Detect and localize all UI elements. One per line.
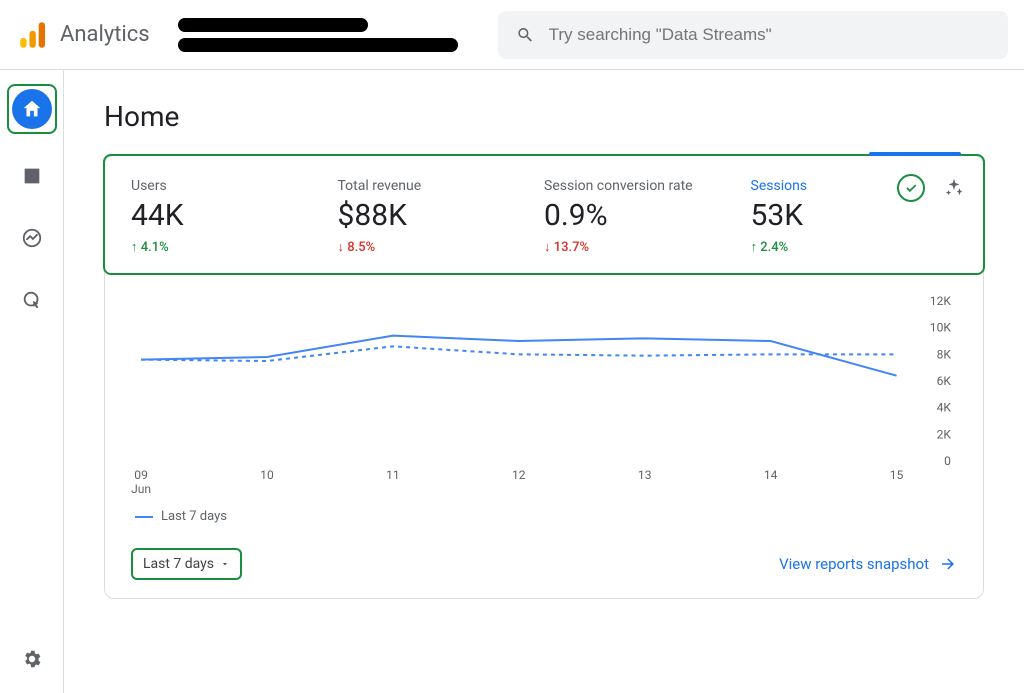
search-input[interactable]: [549, 25, 990, 45]
analytics-logo-icon: [16, 18, 50, 52]
nav-reports[interactable]: [12, 156, 52, 196]
metric-delta: ↓ 13.7%: [544, 239, 751, 255]
chart-legend: Last 7 days: [131, 509, 957, 524]
svg-text:0: 0: [944, 454, 951, 468]
brand-name: Analytics: [60, 22, 150, 47]
svg-text:12: 12: [512, 468, 526, 482]
svg-text:11: 11: [386, 468, 400, 482]
explore-icon: [21, 227, 43, 249]
app-header: Analytics: [0, 0, 1024, 70]
target-click-icon: [21, 289, 43, 311]
chart-area: 0 2K 4K 6K 8K 10K 12K 09 10 11 12 13 14 15 Jun Last 7 …: [105, 275, 983, 534]
metric-value: 44K: [131, 198, 338, 233]
metric-label: Sessions: [751, 178, 958, 194]
bar-chart-icon: [21, 165, 43, 187]
nav-home[interactable]: [12, 89, 52, 129]
svg-text:09: 09: [134, 468, 148, 482]
svg-text:14: 14: [764, 468, 778, 482]
svg-text:15: 15: [890, 468, 904, 482]
svg-text:13: 13: [638, 468, 652, 482]
redacted-line: [178, 18, 368, 32]
metric-label: Total revenue: [338, 178, 545, 194]
search-box[interactable]: [498, 11, 1008, 59]
svg-text:8K: 8K: [937, 347, 952, 361]
metrics-row: Users44K↑ 4.1%Total revenue$88K↓ 8.5%Ses…: [103, 154, 985, 275]
search-icon: [516, 25, 535, 45]
property-selector[interactable]: [178, 18, 458, 52]
metric-delta: ↑ 2.4%: [751, 239, 958, 255]
date-range-selector[interactable]: Last 7 days: [131, 548, 242, 580]
layout: Home Users 44K ↑ 4.1% Total revenue $88K ↓ 8.…: [0, 70, 1024, 693]
svg-text:4K: 4K: [937, 401, 952, 415]
home-icon: [21, 98, 43, 120]
svg-text:12K: 12K: [930, 294, 952, 308]
svg-text:6K: 6K: [937, 374, 952, 388]
svg-text:Jun: Jun: [131, 482, 151, 496]
nav-home-highlight: [7, 84, 57, 134]
metric-delta: ↓ 8.5%: [338, 239, 545, 255]
metric-total-revenue[interactable]: Total revenue $88K ↓ 8.5%: [338, 178, 545, 255]
sessions-line-chart: 0 2K 4K 6K 8K 10K 12K 09 10 11 12 13 14 15 Jun: [131, 291, 957, 501]
metric-value: $88K: [338, 198, 545, 233]
page-title: Home: [104, 100, 984, 133]
main-content: Home Users 44K ↑ 4.1% Total revenue $88K ↓ 8.…: [64, 70, 1024, 693]
legend-line-icon: [135, 516, 153, 518]
metric-users[interactable]: Users 44K ↑ 4.1%: [131, 178, 338, 255]
metric-delta: ↑ 4.1%: [131, 239, 338, 255]
nav-admin[interactable]: [12, 639, 52, 679]
metric-label: Session conversion rate: [544, 178, 751, 194]
view-snapshot-link[interactable]: View reports snapshot: [779, 555, 957, 573]
chevron-down-icon: [220, 559, 230, 569]
svg-text:10K: 10K: [930, 321, 952, 335]
metric-label: Users: [131, 178, 338, 194]
metric-value: 0.9%: [544, 198, 751, 233]
overview-card: Users44K↑ 4.1%Total revenue$88K↓ 8.5%Ses…: [104, 155, 984, 599]
redacted-line: [178, 38, 458, 52]
metric-value: 53K: [751, 198, 958, 233]
sidebar: [0, 70, 64, 693]
brand-block: Analytics: [16, 18, 150, 52]
svg-text:10: 10: [260, 468, 274, 482]
metric-sessions[interactable]: Sessions 53K ↑ 2.4%: [751, 178, 958, 255]
card-footer: Last 7 days View reports snapshot: [105, 534, 983, 598]
legend-label: Last 7 days: [161, 509, 227, 524]
svg-text:2K: 2K: [937, 427, 952, 441]
metric-session-conversion-rate[interactable]: Session conversion rate 0.9% ↓ 13.7%: [544, 178, 751, 255]
date-range-label: Last 7 days: [143, 556, 214, 572]
gear-icon: [21, 648, 43, 670]
nav-explore[interactable]: [12, 218, 52, 258]
snapshot-link-label: View reports snapshot: [779, 555, 929, 573]
arrow-right-icon: [939, 555, 957, 573]
nav-advertising[interactable]: [12, 280, 52, 320]
